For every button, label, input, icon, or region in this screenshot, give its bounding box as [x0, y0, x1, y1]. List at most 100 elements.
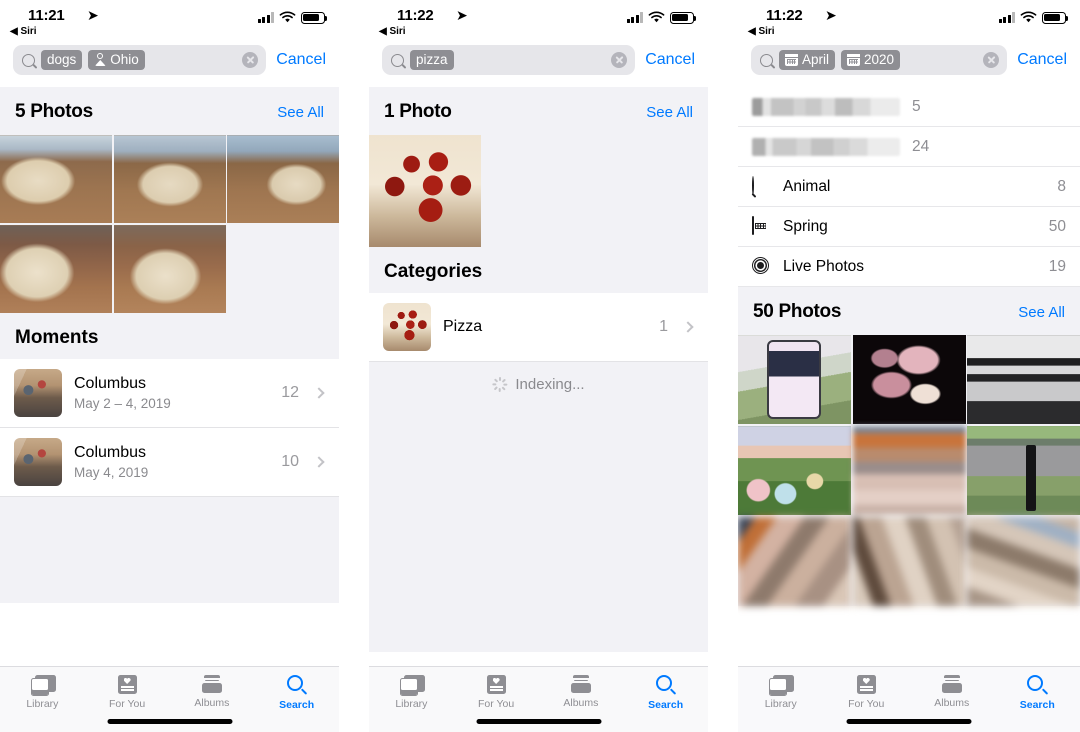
phone-screen-date-search: ◀ Siri 11:22 ➤ April 2020 Cancel 5 24 An… [738, 0, 1080, 732]
photo-thumbnail[interactable] [0, 224, 112, 314]
wifi-icon [648, 11, 665, 23]
token-label: Ohio [110, 51, 139, 67]
clear-search-button[interactable] [983, 52, 1000, 68]
tab-library[interactable]: Library [738, 675, 824, 710]
tab-for-you[interactable]: For You [454, 675, 539, 710]
cellular-signal-icon [626, 12, 643, 23]
cancel-button[interactable]: Cancel [645, 51, 695, 69]
redacted-suggestion-label [752, 97, 900, 116]
search-input[interactable]: pizza [382, 45, 636, 75]
tab-search[interactable]: Search [254, 675, 339, 711]
see-all-link[interactable]: See All [1018, 304, 1065, 321]
search-token-pizza[interactable]: pizza [410, 50, 454, 70]
status-indicators [257, 11, 328, 24]
moments-header: Moments [0, 313, 339, 360]
search-token-april[interactable]: April [779, 50, 836, 70]
back-to-siri-button[interactable]: ◀ Siri [748, 26, 775, 37]
suggestion-row[interactable]: 5 [738, 87, 1080, 127]
results-header: 1 Photo See All [369, 87, 708, 135]
tab-albums[interactable]: Albums [539, 675, 624, 709]
photo-thumbnail[interactable] [852, 335, 966, 425]
tab-albums[interactable]: Albums [170, 675, 255, 709]
calendar-icon [785, 53, 798, 66]
photo-thumbnail[interactable] [369, 135, 481, 247]
see-all-link[interactable]: See All [646, 104, 693, 121]
tab-library[interactable]: Library [369, 675, 454, 710]
results-header: 5 Photos See All [0, 87, 339, 135]
phone-screen-pizza: ◀ Siri 11:22 ➤ pizza Cancel 1 Photo See … [369, 0, 708, 732]
see-all-link[interactable]: See All [277, 104, 324, 121]
photo-thumbnail[interactable] [852, 425, 966, 516]
photo-thumbnail[interactable] [852, 516, 966, 606]
photo-thumbnail[interactable] [113, 224, 226, 314]
category-row[interactable]: Pizza 1 [369, 293, 708, 362]
suggestion-row-spring[interactable]: Spring 50 [738, 207, 1080, 247]
tab-search[interactable]: Search [995, 675, 1080, 711]
photo-grid-empty-cell [596, 135, 708, 247]
photo-thumbnail[interactable] [738, 516, 851, 606]
status-indicators [998, 11, 1069, 24]
photo-grid [738, 335, 1080, 606]
search-icon [752, 176, 771, 196]
cancel-button[interactable]: Cancel [276, 51, 326, 69]
wifi-icon [279, 11, 296, 23]
clear-search-button[interactable] [611, 52, 628, 68]
tab-for-you[interactable]: For You [824, 675, 910, 710]
library-icon [769, 675, 795, 696]
photo-thumbnail[interactable] [227, 135, 339, 224]
albums-icon [941, 675, 962, 693]
suggestion-count: 5 [912, 97, 921, 115]
photo-thumbnail[interactable] [738, 335, 851, 425]
cellular-signal-icon [998, 12, 1015, 23]
search-token-2020[interactable]: 2020 [841, 50, 901, 70]
search-token-dogs[interactable]: dogs [41, 50, 83, 70]
tab-label: Albums [194, 697, 230, 709]
tab-bar: Library For You Albums Search [0, 666, 339, 732]
chevron-right-icon [313, 456, 325, 469]
location-arrow-icon: ➤ [825, 7, 837, 23]
moment-row[interactable]: Columbus May 4, 2019 10 [0, 428, 339, 498]
moment-thumbnail [14, 438, 62, 487]
token-label: 2020 [864, 51, 895, 67]
suggestion-count: 24 [912, 137, 930, 155]
photo-thumbnail[interactable] [0, 135, 112, 224]
battery-icon [670, 11, 697, 24]
search-input[interactable]: April 2020 [751, 45, 1008, 75]
photo-thumbnail[interactable] [113, 135, 226, 224]
suggestion-row-animal[interactable]: Animal 8 [738, 167, 1080, 207]
albums-icon [201, 675, 222, 693]
chevron-right-icon [313, 387, 325, 400]
tab-bar: Library For You Albums Search [369, 666, 708, 732]
back-to-siri-button[interactable]: ◀ Siri [10, 26, 37, 37]
photo-thumbnail[interactable] [967, 425, 1080, 516]
calendar-icon [752, 216, 771, 236]
photo-grid [369, 135, 708, 247]
moment-title: Columbus [74, 375, 147, 393]
tab-label: For You [478, 698, 515, 710]
search-bar: pizza Cancel [369, 40, 708, 87]
photo-thumbnail[interactable] [967, 516, 1080, 606]
back-to-siri-button[interactable]: ◀ Siri [379, 26, 406, 37]
suggestion-count: 19 [1048, 257, 1066, 275]
tab-for-you[interactable]: For You [85, 675, 170, 710]
photo-thumbnail[interactable] [967, 335, 1080, 425]
search-input[interactable]: dogs Ohio [13, 45, 267, 75]
tab-albums[interactable]: Albums [909, 675, 995, 709]
moment-row[interactable]: Columbus May 2 – 4, 2019 12 [0, 359, 339, 429]
tab-search[interactable]: Search [623, 675, 708, 711]
indexing-label: Indexing... [515, 376, 585, 393]
cancel-button[interactable]: Cancel [1017, 51, 1067, 69]
clear-search-button[interactable] [242, 52, 259, 68]
back-label: Siri [20, 26, 37, 37]
albums-icon [570, 675, 591, 693]
status-time: 11:22 [766, 7, 803, 24]
search-token-ohio[interactable]: Ohio [88, 50, 145, 70]
suggestion-row-live-photos[interactable]: Live Photos 19 [738, 247, 1080, 287]
moment-title: Columbus [74, 444, 147, 462]
photo-thumbnail[interactable] [738, 425, 851, 516]
suggestion-row[interactable]: 24 [738, 127, 1080, 167]
library-icon [30, 675, 56, 696]
home-indicator [476, 719, 601, 724]
tab-library[interactable]: Library [0, 675, 85, 710]
tab-bar: Library For You Albums Search [738, 666, 1080, 732]
